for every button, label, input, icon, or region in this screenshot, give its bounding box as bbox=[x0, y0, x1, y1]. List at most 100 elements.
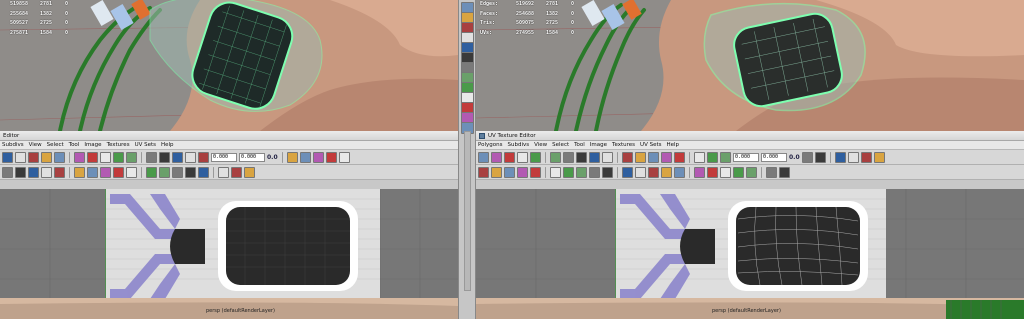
menu-item[interactable]: Select bbox=[552, 141, 569, 149]
flip-u-icon[interactable] bbox=[530, 151, 541, 163]
flip-v-icon[interactable] bbox=[847, 151, 859, 163]
checker-icon[interactable] bbox=[146, 151, 157, 163]
isolate-icon[interactable] bbox=[198, 166, 209, 178]
menu-item[interactable]: Subdivs bbox=[507, 141, 529, 149]
shaded-uv-icon[interactable] bbox=[159, 151, 170, 163]
relax-icon[interactable] bbox=[589, 166, 600, 178]
scale-uv-icon[interactable] bbox=[814, 151, 826, 163]
uv-select-icon[interactable] bbox=[707, 166, 718, 178]
menu-item[interactable]: UV Sets bbox=[640, 141, 661, 149]
flip-u-icon[interactable] bbox=[530, 166, 541, 178]
grid-icon[interactable] bbox=[860, 151, 872, 163]
uv-grid-canvas[interactable] bbox=[476, 189, 1024, 299]
scale-uv-icon[interactable] bbox=[41, 151, 52, 163]
rotate-uv-icon[interactable] bbox=[801, 151, 813, 163]
checker-icon[interactable] bbox=[622, 151, 633, 163]
checker-icon[interactable] bbox=[622, 166, 633, 178]
uv-select-icon[interactable] bbox=[299, 151, 311, 163]
flip-u-icon[interactable] bbox=[54, 166, 65, 178]
u-value-field[interactable]: 0.000 bbox=[211, 152, 237, 162]
menu-item[interactable]: Subdivs bbox=[2, 141, 24, 149]
grid-icon[interactable] bbox=[87, 166, 98, 178]
pin-icon[interactable] bbox=[218, 166, 229, 178]
editor-titlebar[interactable]: UV Texture Editor bbox=[476, 131, 1024, 141]
layout-icon[interactable] bbox=[126, 166, 137, 178]
shaded-uv-icon[interactable] bbox=[635, 166, 646, 178]
snapshot-icon[interactable] bbox=[661, 166, 672, 178]
checker-icon[interactable] bbox=[146, 166, 157, 178]
flip-v-icon[interactable] bbox=[74, 151, 85, 163]
rotate-uv-icon[interactable] bbox=[28, 151, 39, 163]
pin-icon[interactable] bbox=[694, 166, 705, 178]
uv-select-icon[interactable] bbox=[478, 151, 489, 163]
flip-u-icon[interactable] bbox=[834, 151, 846, 163]
image-icon[interactable] bbox=[172, 166, 183, 178]
editor-titlebar[interactable]: Editor bbox=[0, 131, 458, 141]
scale-uv-icon[interactable] bbox=[517, 166, 528, 178]
relax-icon[interactable] bbox=[113, 166, 124, 178]
flip-v-icon[interactable] bbox=[74, 166, 85, 178]
image-icon[interactable] bbox=[648, 166, 659, 178]
layout-icon[interactable] bbox=[126, 151, 137, 163]
unfold-icon[interactable] bbox=[100, 151, 111, 163]
uv-select-icon[interactable] bbox=[231, 166, 242, 178]
relax-icon[interactable] bbox=[113, 151, 124, 163]
scale-uv-icon[interactable] bbox=[338, 151, 350, 163]
move-uv-icon[interactable] bbox=[15, 151, 26, 163]
move-uv-icon[interactable] bbox=[312, 151, 324, 163]
menu-item[interactable]: Image bbox=[590, 141, 607, 149]
shaded-uv-icon[interactable] bbox=[635, 151, 646, 163]
layout-icon[interactable] bbox=[602, 166, 613, 178]
menu-item[interactable]: Tool bbox=[574, 141, 585, 149]
menu-item[interactable]: Help bbox=[161, 141, 174, 149]
scale-uv-icon[interactable] bbox=[746, 166, 757, 178]
uv-select-icon[interactable] bbox=[707, 151, 718, 163]
rotate-uv-icon[interactable] bbox=[504, 151, 515, 163]
uv-select-icon[interactable] bbox=[478, 166, 489, 178]
u-value-field[interactable]: 0.000 bbox=[733, 152, 759, 162]
shaded-uv-icon[interactable] bbox=[159, 166, 170, 178]
snapshot-icon[interactable] bbox=[185, 151, 196, 163]
isolate-icon[interactable] bbox=[198, 151, 209, 163]
unfold-icon[interactable] bbox=[576, 151, 587, 163]
move-uv-icon[interactable] bbox=[244, 166, 255, 178]
scale-uv-icon[interactable] bbox=[41, 166, 52, 178]
rotate-uv-icon[interactable] bbox=[325, 151, 337, 163]
flip-u-icon[interactable] bbox=[766, 166, 777, 178]
isolate-icon[interactable] bbox=[674, 166, 685, 178]
relax-icon[interactable] bbox=[589, 151, 600, 163]
menu-item[interactable]: Help bbox=[666, 141, 679, 149]
layout-icon[interactable] bbox=[602, 151, 613, 163]
flip-u-icon[interactable] bbox=[54, 151, 65, 163]
pin-icon[interactable] bbox=[694, 151, 705, 163]
grid-icon[interactable] bbox=[87, 151, 98, 163]
menu-item[interactable]: Tool bbox=[69, 141, 80, 149]
uv-select-icon[interactable] bbox=[2, 151, 13, 163]
move-uv-icon[interactable] bbox=[491, 166, 502, 178]
flip-v-icon[interactable] bbox=[550, 151, 561, 163]
menu-item[interactable]: Textures bbox=[612, 141, 635, 149]
move-uv-icon[interactable] bbox=[720, 166, 731, 178]
snapshot-icon[interactable] bbox=[661, 151, 672, 163]
viewport-persp[interactable]: Edges: 519692 2781 0 Faces: 254688 1382 0 Tris… bbox=[476, 0, 1024, 131]
pin-icon[interactable] bbox=[286, 151, 298, 163]
rotate-uv-icon[interactable] bbox=[28, 166, 39, 178]
flip-v-icon[interactable] bbox=[550, 166, 561, 178]
image-icon[interactable] bbox=[648, 151, 659, 163]
unfold-icon[interactable] bbox=[576, 166, 587, 178]
viewport-persp[interactable]: 519858 2781 0 255684 1382 0 509527 2725 0 2758… bbox=[0, 0, 458, 131]
unfold-icon[interactable] bbox=[873, 151, 885, 163]
uv-grid-canvas[interactable] bbox=[0, 189, 458, 299]
move-uv-icon[interactable] bbox=[491, 151, 502, 163]
rotate-uv-icon[interactable] bbox=[504, 166, 515, 178]
shelf-scrollbar[interactable] bbox=[464, 131, 471, 291]
menu-item[interactable]: View bbox=[534, 141, 547, 149]
unfold-icon[interactable] bbox=[100, 166, 111, 178]
image-icon[interactable] bbox=[172, 151, 183, 163]
snapshot-icon[interactable] bbox=[185, 166, 196, 178]
rotate-uv-icon[interactable] bbox=[733, 166, 744, 178]
menu-item[interactable]: Image bbox=[84, 141, 101, 149]
grid-icon[interactable] bbox=[563, 166, 574, 178]
grid-icon[interactable] bbox=[563, 151, 574, 163]
move-uv-icon[interactable] bbox=[15, 166, 26, 178]
